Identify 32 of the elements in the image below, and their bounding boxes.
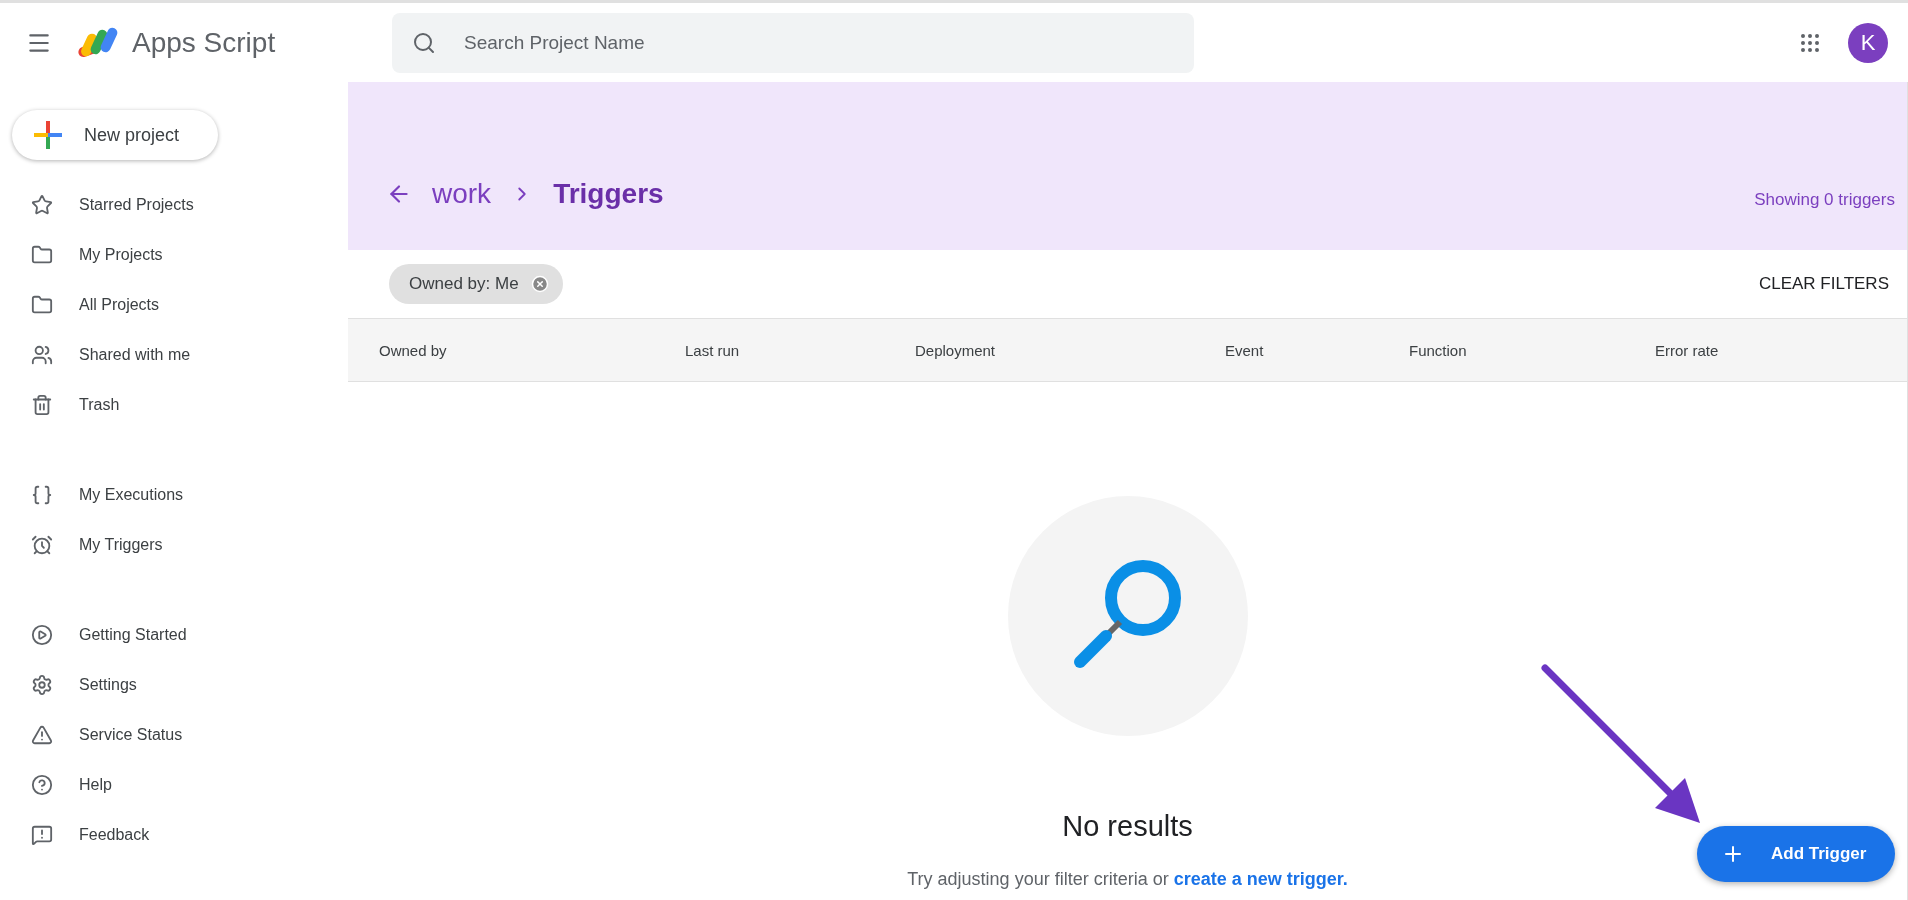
filter-label: Owned by: Me xyxy=(409,274,519,294)
sidebar-item[interactable]: Settings xyxy=(0,660,348,710)
sidebar-item[interactable]: Help xyxy=(0,760,348,810)
column-header: Error rate xyxy=(1655,341,1720,359)
account-avatar[interactable]: K xyxy=(1848,22,1888,63)
sidebar-item[interactable]: Shared with me xyxy=(0,330,348,380)
filter-chip[interactable]: Owned by: Me xyxy=(389,264,563,304)
column-header: Deployment xyxy=(915,341,997,359)
column-header: Last run xyxy=(685,341,741,359)
empty-hint: Try adjusting your filter criteria or create a new trigger. xyxy=(907,869,1348,890)
sidebar-item[interactable]: My Projects xyxy=(0,230,348,280)
sidebar-item[interactable]: Feedback xyxy=(0,810,348,860)
clear-filters-button[interactable]: CLEAR FILTERS xyxy=(1752,273,1895,295)
sidebar-item[interactable]: Service Status xyxy=(0,710,348,760)
empty-title: No results xyxy=(1062,810,1193,843)
breadcrumb-link[interactable]: work xyxy=(432,178,492,210)
sidebar-item[interactable]: Starred Projects xyxy=(0,180,348,230)
column-header: Function xyxy=(1409,341,1468,359)
sidebar-item[interactable]: Getting Started xyxy=(0,610,348,660)
sidebar-item[interactable]: All Projects xyxy=(0,280,348,330)
column-header: Owned by xyxy=(379,341,448,359)
sidebar-item[interactable]: My Triggers xyxy=(0,520,348,570)
trigger-count: Showing 0 triggers xyxy=(1754,190,1895,210)
new-project-button[interactable]: New project xyxy=(12,110,218,160)
column-header: Event xyxy=(1225,341,1265,359)
search-field[interactable]: Search Project Name xyxy=(392,12,1194,73)
page-title: Triggers xyxy=(553,178,664,210)
add-trigger-button[interactable]: Add Trigger xyxy=(1697,826,1895,882)
sidebar-item[interactable]: Trash xyxy=(0,380,348,430)
sidebar-item[interactable]: My Executions xyxy=(0,470,348,520)
create-trigger-link[interactable]: create a new trigger. xyxy=(1173,869,1348,889)
app-title: Apps Script xyxy=(132,26,276,59)
